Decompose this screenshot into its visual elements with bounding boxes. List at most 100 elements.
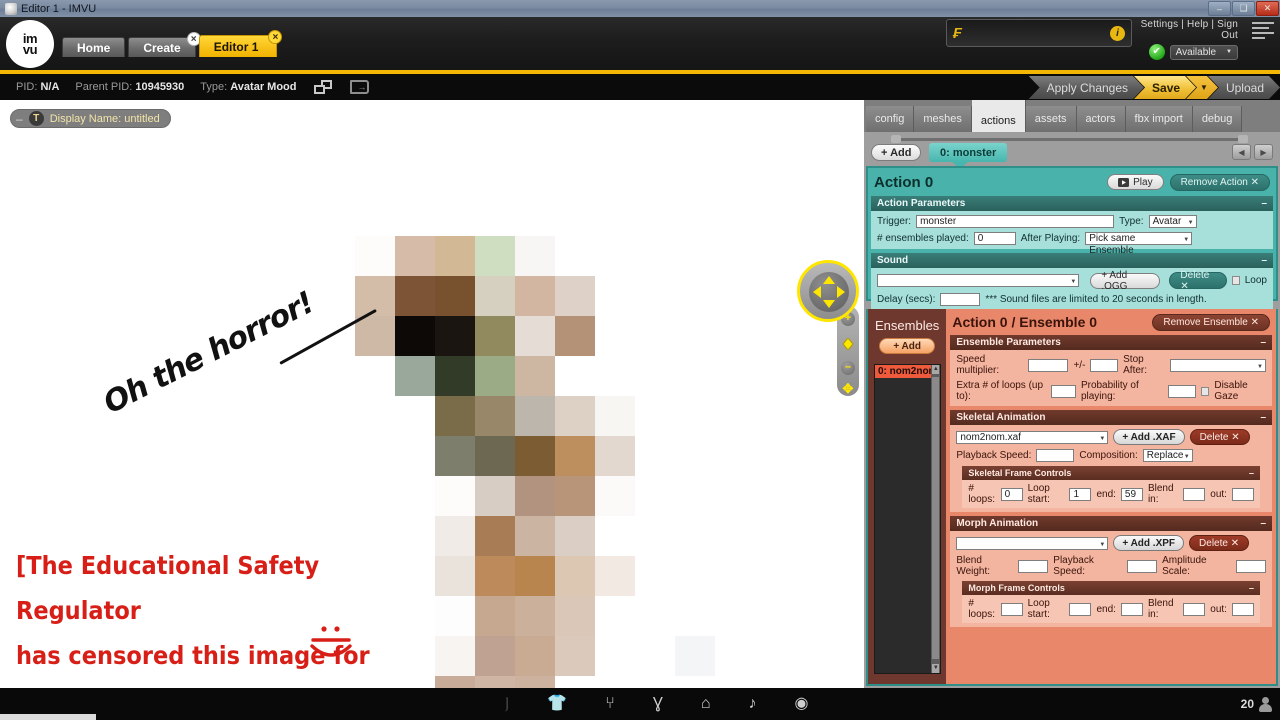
disable-gaze-checkbox[interactable] [1201, 386, 1210, 396]
display-name-chip[interactable]: – T Display Name: untitled [10, 109, 171, 128]
speed-multiplier-input[interactable] [1028, 358, 1069, 372]
remove-action-button[interactable]: Remove Action ✕ [1169, 173, 1270, 191]
morph-frame-controls-header[interactable]: Morph Frame Controls – [962, 581, 1260, 595]
blend-weight-input[interactable] [1018, 559, 1049, 573]
scrollbar-thumb[interactable] [932, 377, 940, 659]
pan-right-arrow-icon[interactable] [837, 286, 845, 298]
skeletal-end-input[interactable]: 59 [1120, 487, 1143, 501]
menu-icon[interactable] [1252, 22, 1274, 42]
close-button[interactable]: ✕ [1256, 1, 1279, 16]
gizmo-dpad-inner[interactable] [809, 272, 849, 312]
account-links[interactable]: Settings | Help | Sign Out [1130, 17, 1238, 41]
add-action-button[interactable]: + Add [871, 144, 922, 161]
info-icon[interactable]: i [1110, 25, 1125, 41]
add-ogg-button[interactable]: + Add .OGG [1090, 270, 1161, 292]
action-parameters-header[interactable]: Action Parameters – [871, 196, 1273, 211]
shirt-icon[interactable]: 👕 [547, 696, 567, 712]
skeletal-file-select[interactable]: nom2nom.xaf [956, 430, 1109, 445]
next-action-button[interactable]: ▶ [1254, 144, 1273, 160]
add-xpf-button[interactable]: + Add .XPF [1113, 535, 1185, 551]
minimize-icon[interactable]: – [1260, 337, 1266, 348]
action-chip-0[interactable]: 0: monster [929, 143, 1008, 169]
ensembles-played-input[interactable]: 0 [973, 232, 1016, 245]
skeletal-frame-controls-header[interactable]: Skeletal Frame Controls – [962, 466, 1260, 480]
tab-config[interactable]: config [866, 106, 915, 132]
chat-bubble-icon[interactable]: Ⱜ [505, 696, 509, 712]
skeletal-loops-input[interactable]: 0 [1000, 487, 1023, 501]
ensembles-list[interactable]: 0: nom2nom.xa ▲ ▼ [874, 364, 942, 674]
pan-left-arrow-icon[interactable] [813, 286, 821, 298]
3d-viewport[interactable]: Oh the horror! [The Educational Safety R… [0, 100, 864, 720]
morph-playback-speed-input[interactable] [1127, 559, 1158, 573]
ensembles-scrollbar[interactable]: ▲ ▼ [931, 365, 941, 673]
trigger-input[interactable]: monster [916, 215, 1115, 228]
stop-after-select[interactable] [1170, 358, 1266, 373]
add-ensemble-button[interactable]: + Add [879, 338, 936, 354]
zoom-out-button[interactable]: – [841, 361, 855, 375]
composition-select[interactable]: Replace [1142, 449, 1193, 463]
maximize-button[interactable]: ❑ [1232, 1, 1255, 16]
scroll-up-icon[interactable]: ▲ [932, 365, 940, 374]
morph-file-select[interactable] [956, 536, 1109, 551]
delete-xaf-button[interactable]: Delete ✕ [1189, 429, 1250, 445]
minimize-icon[interactable]: – [1261, 255, 1267, 266]
pan-down-arrow-icon[interactable] [823, 300, 835, 308]
minimize-icon[interactable]: – [1261, 198, 1267, 209]
pet-icon[interactable]: Ɣ [653, 696, 663, 712]
hanger-icon[interactable]: ⑂ [605, 696, 615, 712]
skeletal-loop-start-input[interactable]: 1 [1069, 487, 1092, 501]
morph-out-input[interactable] [1231, 602, 1254, 616]
morph-end-input[interactable] [1120, 602, 1143, 616]
minimize-icon[interactable]: – [1260, 518, 1266, 529]
status-selector[interactable]: ✔ Available ▼ [1130, 44, 1238, 60]
search-input[interactable]: ₣ i [946, 19, 1132, 47]
ensemble-parameters-header[interactable]: Ensemble Parameters – [950, 335, 1272, 350]
delete-xpf-button[interactable]: Delete ✕ [1189, 535, 1250, 551]
skeletal-out-input[interactable] [1231, 487, 1254, 501]
minimize-icon[interactable]: – [1249, 468, 1254, 478]
scroll-down-icon[interactable]: ▼ [932, 664, 940, 673]
scrollbar-right-cap[interactable] [1238, 135, 1248, 143]
scrollbar-left-cap[interactable] [891, 135, 901, 143]
status-dropdown[interactable]: Available ▼ [1169, 44, 1238, 60]
house-icon[interactable]: ⌂ [701, 696, 711, 712]
music-note-icon[interactable]: ♪ [749, 696, 757, 712]
collapse-icon[interactable]: – [16, 113, 23, 125]
minimize-icon[interactable]: – [1260, 412, 1266, 423]
tab-editor-1[interactable]: Editor 1 × [198, 30, 283, 57]
morph-animation-header[interactable]: Morph Animation – [950, 516, 1272, 531]
extra-loops-input[interactable] [1050, 384, 1076, 398]
camera-icon[interactable]: ◉ [795, 696, 809, 712]
tab-fbx-import[interactable]: fbx import [1125, 106, 1193, 132]
tab-meshes[interactable]: meshes [914, 106, 972, 132]
after-playing-select[interactable]: Pick same Ensemble [1085, 232, 1193, 256]
morph-loops-input[interactable] [1000, 602, 1023, 616]
skeletal-playback-speed-input[interactable] [1036, 449, 1075, 462]
duplicate-windows-icon[interactable] [314, 80, 333, 94]
skeletal-blend-in-input[interactable] [1183, 487, 1206, 501]
gizmo-dpad[interactable] [797, 260, 859, 322]
type-select[interactable]: Avatar [1148, 215, 1197, 229]
loop-checkbox[interactable] [1231, 276, 1240, 285]
pan-up-arrow-icon[interactable] [823, 276, 835, 284]
morph-loop-start-input[interactable] [1069, 602, 1092, 616]
tab-assets[interactable]: assets [1025, 106, 1077, 132]
plus-minus-input[interactable] [1090, 358, 1119, 372]
tab-actors[interactable]: actors [1076, 106, 1126, 132]
sound-header[interactable]: Sound – [871, 253, 1273, 268]
tab-actions[interactable]: actions [971, 100, 1026, 132]
amplitude-scale-input[interactable] [1235, 559, 1266, 573]
zoom-slider-handle[interactable] [841, 337, 855, 352]
upload-button[interactable]: Upload [1208, 76, 1280, 99]
sound-file-select[interactable] [877, 274, 1080, 288]
morph-blend-in-input[interactable] [1183, 602, 1206, 616]
remove-ensemble-button[interactable]: Remove Ensemble ✕ [1152, 313, 1270, 331]
camera-navigation-gizmo[interactable]: + – ✥ [797, 260, 859, 396]
add-xaf-button[interactable]: + Add .XAF [1113, 429, 1185, 445]
skeletal-animation-header[interactable]: Skeletal Animation – [950, 410, 1272, 425]
close-icon[interactable]: × [268, 30, 283, 44]
delete-sound-button[interactable]: Delete ✕ [1169, 270, 1227, 292]
prev-action-button[interactable]: ◀ [1232, 144, 1251, 160]
pan-button[interactable]: ✥ [841, 382, 855, 396]
probability-input[interactable] [1167, 384, 1197, 398]
